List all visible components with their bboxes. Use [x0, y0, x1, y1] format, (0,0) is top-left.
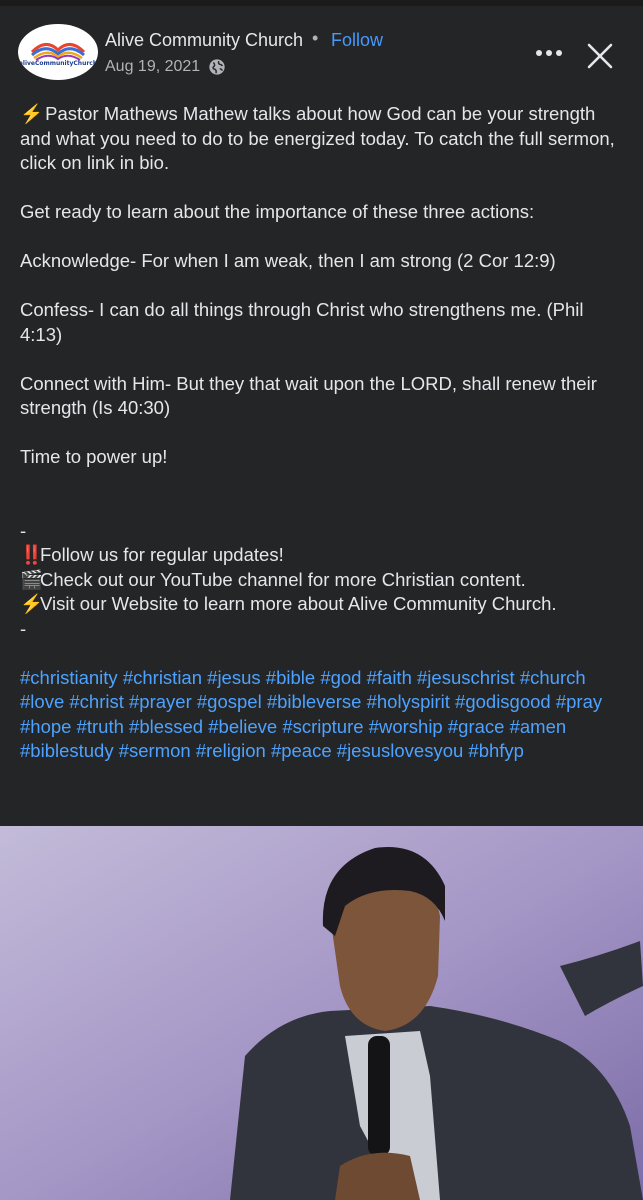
- hashtag-link[interactable]: #faith: [367, 667, 412, 688]
- post-paragraph-connect: Connect with Him- But they that wait upo…: [20, 372, 597, 419]
- close-icon[interactable]: [586, 42, 614, 70]
- post-website-line: ⚡Visit our Website to learn more about A…: [20, 592, 626, 617]
- post-paragraph-intro: ⚡ Pastor Mathews Mathew talks about how …: [20, 102, 626, 176]
- hashtag-link[interactable]: #believe: [208, 716, 277, 737]
- hashtag-link[interactable]: #worship: [369, 716, 443, 737]
- hashtag-link[interactable]: #christianity: [20, 667, 118, 688]
- post-paragraph-power-up: Time to power up!: [20, 446, 168, 467]
- hashtag-list: #christianity #christian #jesus #bible #…: [20, 666, 626, 764]
- more-options-icon[interactable]: [534, 44, 564, 62]
- post-paragraph-acknowledge: Acknowledge- For when I am weak, then I …: [20, 250, 556, 271]
- hashtag-link[interactable]: #godisgood: [455, 691, 551, 712]
- page-avatar[interactable]: aliveCommunityChurch: [18, 24, 98, 80]
- hashtag-link[interactable]: #biblestudy: [20, 740, 114, 761]
- hashtag-link[interactable]: #truth: [77, 716, 124, 737]
- hashtag-link[interactable]: #amen: [510, 716, 567, 737]
- hashtag-link[interactable]: #scripture: [282, 716, 363, 737]
- video-frame: [0, 826, 643, 1200]
- hashtag-link[interactable]: #christ: [69, 691, 124, 712]
- post-header: aliveCommunityChurch Alive Community Chu…: [0, 6, 643, 96]
- hashtag-link[interactable]: #sermon: [119, 740, 191, 761]
- follow-line-text: Follow us for regular updates!: [40, 544, 284, 565]
- website-line-text: Visit our Website to learn more about Al…: [40, 593, 557, 614]
- lightning-icon: ⚡: [20, 593, 44, 614]
- hashtag-link[interactable]: #peace: [271, 740, 332, 761]
- post-body: ⚡ Pastor Mathews Mathew talks about how …: [20, 102, 626, 764]
- hashtag-link[interactable]: #gospel: [197, 691, 262, 712]
- separator-dot: •: [312, 28, 319, 48]
- hashtag-link[interactable]: #christian: [123, 667, 202, 688]
- hashtag-link[interactable]: #jesuslovesyou: [337, 740, 464, 761]
- page-name[interactable]: Alive Community Church: [105, 30, 303, 51]
- microphone: [368, 1036, 390, 1156]
- hashtag-link[interactable]: #god: [320, 667, 361, 688]
- post-intro-text: Pastor Mathews Mathew talks about how Go…: [20, 103, 615, 173]
- hashtag-link[interactable]: #grace: [448, 716, 505, 737]
- post-paragraph-confess: Confess- I can do all things through Chr…: [20, 299, 584, 345]
- hashtag-link[interactable]: #pray: [556, 691, 602, 712]
- post-paragraph-actions: Get ready to learn about the importance …: [20, 201, 535, 222]
- post-dash-bottom: -: [20, 617, 27, 639]
- hashtag-link[interactable]: #prayer: [129, 691, 192, 712]
- hashtag-link[interactable]: #bible: [266, 667, 315, 688]
- post-dash-top: -: [20, 519, 27, 541]
- hashtag-link[interactable]: #bhfyp: [468, 740, 524, 761]
- exclamation-icon: ‼️: [20, 544, 44, 565]
- hashtag-link[interactable]: #holyspirit: [367, 691, 450, 712]
- hashtag-link[interactable]: #jesuschrist: [417, 667, 515, 688]
- post-youtube-line: 🎬Check out our YouTube channel for more …: [20, 568, 626, 593]
- hashtag-link[interactable]: #bibleverse: [267, 691, 362, 712]
- church-logo: [30, 43, 86, 61]
- hashtag-link[interactable]: #hope: [20, 716, 71, 737]
- hashtag-link[interactable]: #blessed: [129, 716, 203, 737]
- logo-text: aliveCommunityChurch: [18, 60, 98, 67]
- youtube-line-text: Check out our YouTube channel for more C…: [40, 568, 526, 590]
- video-player[interactable]: [0, 826, 643, 1200]
- lightning-icon: ⚡: [20, 103, 44, 124]
- post-follow-line: ‼️Follow us for regular updates!: [20, 543, 626, 568]
- post-date[interactable]: Aug 19, 2021: [105, 58, 200, 76]
- hashtag-link[interactable]: #love: [20, 691, 64, 712]
- clapper-icon: 🎬: [20, 568, 44, 590]
- globe-icon: [209, 59, 225, 75]
- follow-button[interactable]: Follow: [331, 30, 383, 51]
- hashtag-link[interactable]: #religion: [196, 740, 266, 761]
- hashtag-link[interactable]: #church: [520, 667, 586, 688]
- post-meta: Aug 19, 2021: [105, 58, 226, 76]
- hashtag-link[interactable]: #jesus: [207, 667, 260, 688]
